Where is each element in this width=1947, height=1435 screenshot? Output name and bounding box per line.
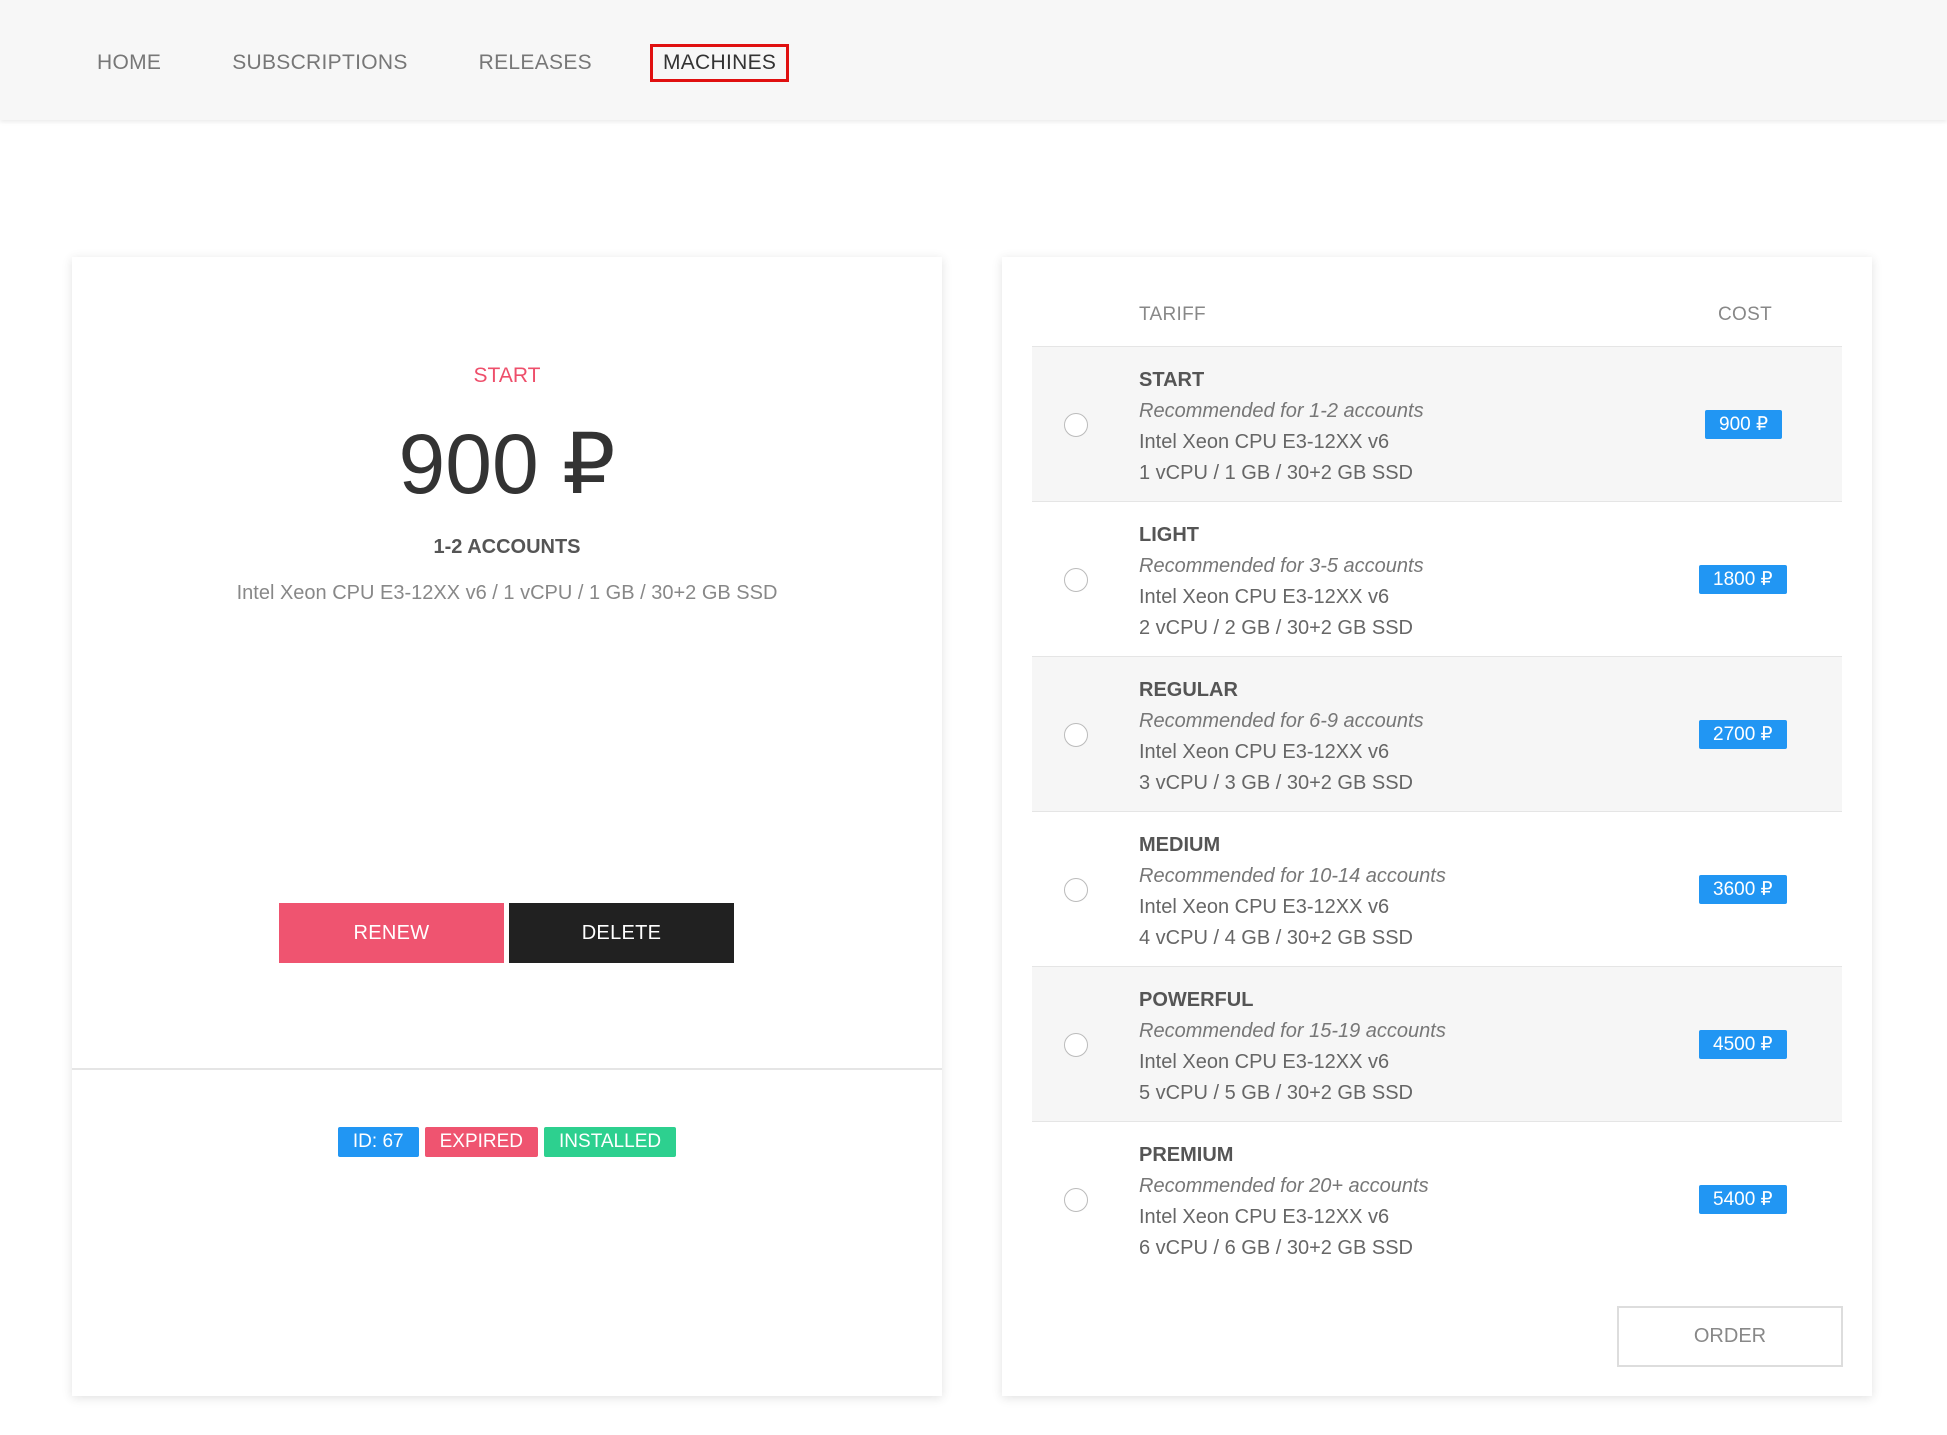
tariff-table-header: TARIFF COST — [1032, 287, 1842, 347]
tariff-name: MEDIUM — [1139, 834, 1221, 856]
tariff-name: PREMIUM — [1139, 1144, 1234, 1166]
nav-item-home[interactable]: HOME — [94, 44, 174, 82]
tariff-recommendation: Recommended for 15-19 accounts — [1139, 1020, 1446, 1042]
tariff-radio[interactable] — [1064, 1188, 1088, 1212]
tariff-recommendation: Recommended for 20+ accounts — [1139, 1175, 1429, 1197]
tariff-price-badge: 5400 ₽ — [1699, 1185, 1787, 1214]
tariff-cpu: Intel Xeon CPU E3-12XX v6 — [1139, 586, 1390, 608]
tariff-spec: 3 vCPU / 3 GB / 30+2 GB SSD — [1139, 772, 1414, 794]
tariff-price-badge: 3600 ₽ — [1699, 875, 1787, 904]
tariff-table: TARIFF COST START Recommended for 1-2 ac… — [1032, 287, 1842, 1277]
status-badge: EXPIRED — [424, 1127, 539, 1157]
machine-specs: Intel Xeon CPU E3-12XX v6 / 1 vCPU / 1 G… — [236, 582, 778, 604]
tariff-cpu: Intel Xeon CPU E3-12XX v6 — [1139, 431, 1390, 453]
tariff-price-badge: 1800 ₽ — [1699, 565, 1787, 594]
tariff-radio[interactable] — [1064, 1033, 1088, 1057]
tariff-name: LIGHT — [1139, 524, 1199, 546]
tariff-name: POWERFUL — [1139, 989, 1254, 1011]
nav-item-releases[interactable]: RELEASES — [466, 44, 605, 82]
renew-button[interactable]: RENEW — [279, 903, 504, 963]
tariff-radio[interactable] — [1064, 723, 1088, 747]
tariff-name: REGULAR — [1139, 679, 1238, 701]
tariff-column-header: TARIFF — [1139, 304, 1206, 325]
machine-id-badge: ID: 67 — [337, 1127, 419, 1157]
top-navbar: HOME SUBSCRIPTIONS RELEASES MACHINES — [0, 0, 1947, 120]
tariff-row-medium[interactable]: MEDIUM Recommended for 10-14 accounts In… — [1032, 812, 1842, 967]
tariff-price-badge: 900 ₽ — [1705, 410, 1783, 439]
tariff-cpu: Intel Xeon CPU E3-12XX v6 — [1139, 1206, 1390, 1228]
tariff-price-badge: 4500 ₽ — [1699, 1030, 1787, 1059]
tariff-spec: 1 vCPU / 1 GB / 30+2 GB SSD — [1139, 462, 1414, 484]
machine-plan-name: START — [473, 364, 541, 387]
tariff-price-badge: 2700 ₽ — [1699, 720, 1787, 749]
tariff-recommendation: Recommended for 3-5 accounts — [1139, 555, 1424, 577]
tariff-row-start[interactable]: START Recommended for 1-2 accounts Intel… — [1032, 347, 1842, 502]
tariff-radio[interactable] — [1064, 568, 1088, 592]
tariff-spec: 4 vCPU / 4 GB / 30+2 GB SSD — [1139, 927, 1414, 949]
tariff-row-regular[interactable]: REGULAR Recommended for 6-9 accounts Int… — [1032, 657, 1842, 812]
tariff-spec: 6 vCPU / 6 GB / 30+2 GB SSD — [1139, 1237, 1414, 1259]
tariff-recommendation: Recommended for 6-9 accounts — [1139, 710, 1424, 732]
tariff-radio[interactable] — [1064, 413, 1088, 437]
tariff-row-powerful[interactable]: POWERFUL Recommended for 15-19 accounts … — [1032, 967, 1842, 1122]
install-badge: INSTALLED — [544, 1127, 677, 1157]
cost-column-header: COST — [1718, 304, 1772, 325]
tariff-spec: 5 vCPU / 5 GB / 30+2 GB SSD — [1139, 1082, 1414, 1104]
tariff-card: TARIFF COST START Recommended for 1-2 ac… — [1002, 257, 1872, 1396]
machine-badges: ID: 67 EXPIRED INSTALLED — [72, 1127, 942, 1157]
machine-card: START 900 ₽ 1-2 ACCOUNTS Intel Xeon CPU … — [72, 257, 942, 1396]
tariff-cpu: Intel Xeon CPU E3-12XX v6 — [1139, 896, 1390, 918]
tariff-recommendation: Recommended for 10-14 accounts — [1139, 865, 1446, 887]
tariff-recommendation: Recommended for 1-2 accounts — [1139, 400, 1424, 422]
tariff-row-premium[interactable]: PREMIUM Recommended for 20+ accounts Int… — [1032, 1122, 1842, 1277]
tariff-cpu: Intel Xeon CPU E3-12XX v6 — [1139, 741, 1390, 763]
tariff-row-light[interactable]: LIGHT Recommended for 3-5 accounts Intel… — [1032, 502, 1842, 657]
order-button[interactable]: ORDER — [1617, 1306, 1843, 1367]
main-nav: HOME SUBSCRIPTIONS RELEASES MACHINES — [94, 44, 834, 82]
nav-item-subscriptions[interactable]: SUBSCRIPTIONS — [219, 44, 420, 82]
machine-accounts: 1-2 ACCOUNTS — [433, 536, 581, 558]
tariff-spec: 2 vCPU / 2 GB / 30+2 GB SSD — [1139, 617, 1414, 639]
tariff-radio[interactable] — [1064, 878, 1088, 902]
delete-button[interactable]: DELETE — [509, 903, 734, 963]
card-divider — [72, 1068, 942, 1070]
nav-item-machines[interactable]: MACHINES — [649, 44, 790, 82]
tariff-name: START — [1139, 369, 1205, 391]
tariff-cpu: Intel Xeon CPU E3-12XX v6 — [1139, 1051, 1390, 1073]
machine-price: 900 ₽ — [398, 417, 616, 511]
